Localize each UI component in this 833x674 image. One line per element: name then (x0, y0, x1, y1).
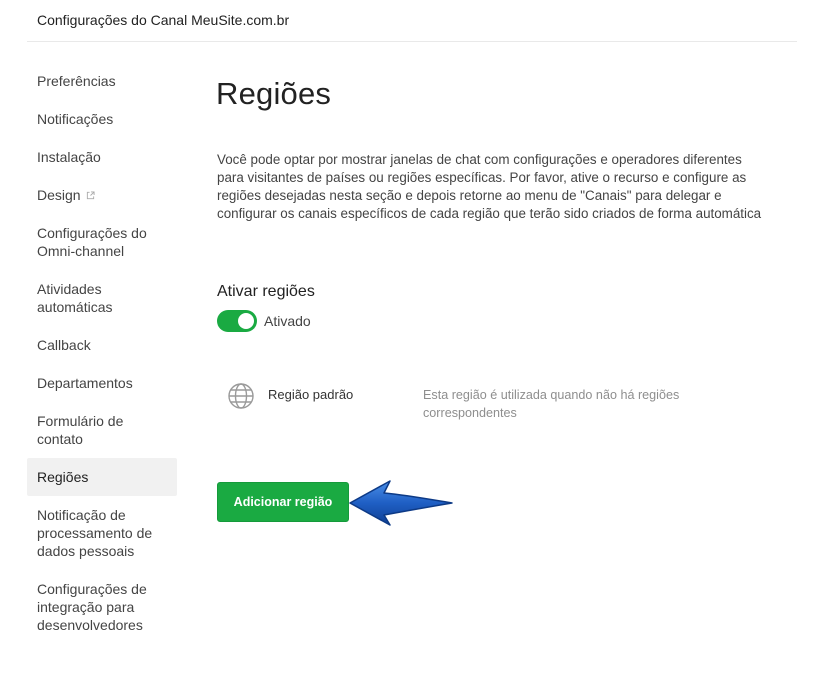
enable-regions-toggle[interactable] (217, 310, 257, 332)
sidebar-item-label: Formulário de contato (37, 413, 124, 447)
sidebar-item-label: Preferências (37, 73, 116, 89)
sidebar-item-omni-channel[interactable]: Configurações do Omni-channel (27, 214, 177, 270)
sidebar-item-callback[interactable]: Callback (27, 326, 177, 364)
regions-description: Você pode optar por mostrar janelas de c… (217, 152, 762, 221)
sidebar-item-label: Configurações de integração para desenvo… (37, 581, 147, 633)
settings-page: Configurações do Canal MeuSite.com.br Pr… (0, 0, 833, 674)
sidebar-item-preferencias[interactable]: Preferências (27, 62, 177, 100)
settings-sidebar: Preferências Notificações Instalação Des… (27, 62, 177, 644)
external-link-icon (86, 191, 95, 200)
sidebar-item-regioes[interactable]: Regiões (27, 458, 177, 496)
sidebar-item-label: Atividades automáticas (37, 281, 113, 315)
sidebar-item-label: Departamentos (37, 375, 133, 391)
sidebar-item-label: Instalação (37, 149, 101, 165)
add-region-button[interactable]: Adicionar região (217, 482, 349, 522)
sidebar-item-atividades-automaticas[interactable]: Atividades automáticas (27, 270, 177, 326)
region-description: Esta região é utilizada quando não há re… (423, 388, 680, 420)
sidebar-item-label: Callback (37, 337, 91, 353)
sidebar-item-notificacao-dados-pessoais[interactable]: Notificação de processamento de dados pe… (27, 496, 177, 570)
sidebar-item-label: Notificação de processamento de dados pe… (37, 507, 153, 559)
enable-regions-label: Ativar regiões (217, 283, 315, 300)
page-title: Regiões (216, 76, 332, 111)
toggle-state-label: Ativado (264, 313, 311, 329)
sidebar-item-label: Design (37, 187, 81, 203)
sidebar-item-notificacoes[interactable]: Notificações (27, 100, 177, 138)
sidebar-item-label: Regiões (37, 469, 89, 485)
sidebar-item-design[interactable]: Design (27, 176, 177, 214)
toggle-knob (238, 313, 254, 329)
sidebar-item-formulario-contato[interactable]: Formulário de contato (27, 402, 177, 458)
sidebar-item-instalacao[interactable]: Instalação (27, 138, 177, 176)
sidebar-item-departamentos[interactable]: Departamentos (27, 364, 177, 402)
region-name: Região padrão (268, 387, 354, 402)
main-content: Regiões Você pode optar por mostrar jane… (216, 0, 776, 674)
globe-icon (228, 383, 254, 409)
sidebar-item-label: Notificações (37, 111, 114, 127)
sidebar-item-label: Configurações do Omni-channel (37, 225, 147, 259)
region-row: Região padrão Esta região é utilizada qu… (226, 380, 766, 424)
sidebar-item-integracao-desenvolvedores[interactable]: Configurações de integração para desenvo… (27, 570, 177, 644)
pointer-arrow-icon (349, 480, 453, 526)
